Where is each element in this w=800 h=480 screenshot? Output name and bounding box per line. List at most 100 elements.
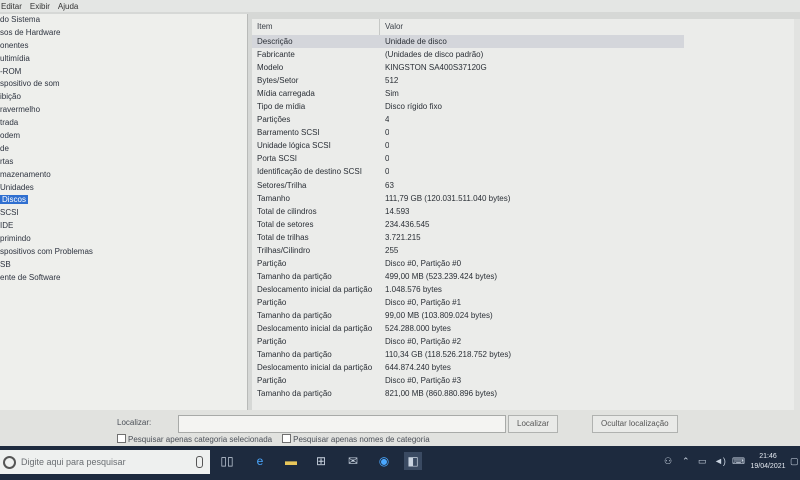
menu-item[interactable]: Ajuda xyxy=(58,2,78,11)
tree-item[interactable]: ibição xyxy=(0,91,247,104)
table-row[interactable]: Modelo KINGSTON SA400S37120G xyxy=(252,61,800,74)
table-row[interactable]: Deslocamento inicial da partição 524.288.… xyxy=(252,322,800,335)
file-explorer-icon[interactable]: ▬ xyxy=(282,452,300,470)
table-row[interactable]: Partição Disco #0, Partição #2 xyxy=(252,335,800,348)
menu-item[interactable]: Editar xyxy=(1,2,22,11)
table-row[interactable]: Setores/Trilha 63 xyxy=(252,179,800,192)
table-row[interactable]: Total de setores 234.436.545 xyxy=(252,218,800,231)
tree-item[interactable]: rtas xyxy=(0,156,247,169)
table-row[interactable]: Partições 4 xyxy=(252,113,800,126)
tree-item[interactable]: Discos xyxy=(0,194,247,207)
taskbar-search-box[interactable]: Digite aqui para pesquisar xyxy=(0,450,210,474)
tree-item[interactable]: spositivos com Problemas xyxy=(0,246,247,259)
table-row[interactable]: Partição Disco #0, Partição #0 xyxy=(252,257,800,270)
table-row[interactable]: Partição Disco #0, Partição #1 xyxy=(252,296,800,309)
tree-item[interactable]: odem xyxy=(0,130,247,143)
checkbox-icon[interactable] xyxy=(282,434,292,443)
table-row[interactable]: Unidade lógica SCSI 0 xyxy=(252,139,800,152)
column-header-value[interactable]: Valor xyxy=(380,19,680,35)
tree-item[interactable]: ultimídia xyxy=(0,53,247,66)
table-row[interactable]: Fabricante (Unidades de disco padrão) xyxy=(252,48,800,61)
table-row[interactable]: Tamanho 111,79 GB (120.031.511.040 bytes) xyxy=(252,192,800,205)
tree-item-label: ravermelho xyxy=(0,105,41,115)
network-icon[interactable]: ▭ xyxy=(698,456,707,467)
table-row[interactable]: Total de trilhas 3.721.215 xyxy=(252,231,800,244)
tree-item[interactable]: sos de Hardware xyxy=(0,27,247,40)
table-row[interactable]: Identificação de destino SCSI 0 xyxy=(252,165,800,178)
browser-icon[interactable]: ◉ xyxy=(375,452,393,470)
tree-item[interactable]: ravermelho xyxy=(0,104,247,117)
row-value: Disco rígido fixo xyxy=(385,102,442,112)
table-row[interactable]: Descrição Unidade de disco xyxy=(252,35,684,49)
people-icon[interactable]: ⚇ xyxy=(664,456,672,467)
table-row[interactable]: Tamanho da partição 499,00 MB (523.239.42… xyxy=(252,270,800,283)
row-item: Setores/Trilha xyxy=(257,180,307,190)
category-tree[interactable]: do Sistema sos de Hardware onentes ultimídi… xyxy=(0,14,248,410)
row-item: Partição xyxy=(257,258,287,268)
row-value: Disco #0, Partição #3 xyxy=(385,376,462,386)
row-item: Tamanho xyxy=(257,193,290,203)
row-item: Total de trilhas xyxy=(257,232,309,242)
table-row[interactable]: Deslocamento inicial da partição 1.048.57… xyxy=(252,283,800,296)
table-row[interactable]: Tamanho da partição 821,00 MB (860.880.89… xyxy=(252,387,800,400)
tree-item-label: mazenamento xyxy=(0,169,51,179)
store-icon[interactable]: ⊞ xyxy=(312,452,330,470)
table-row[interactable]: Deslocamento inicial da partição 644.874.… xyxy=(252,361,800,374)
taskbar-clock[interactable]: 21:46 19/04/2021 xyxy=(748,452,788,472)
table-row[interactable]: Partição Disco #0, Partição #3 xyxy=(252,374,800,387)
task-view-icon[interactable]: ▯▯ xyxy=(218,452,236,470)
tree-item-label: SCSI xyxy=(0,208,19,218)
column-header-item[interactable]: Item xyxy=(252,19,380,35)
row-value: 524.288.000 bytes xyxy=(385,324,451,334)
system-information-icon[interactable]: ◧ xyxy=(404,452,422,470)
table-row[interactable]: Tamanho da partição 99,00 MB (103.809.024… xyxy=(252,309,800,322)
tree-item[interactable]: onentes xyxy=(0,40,247,53)
table-row[interactable]: Mídia carregada Sim xyxy=(252,87,800,100)
hide-find-button[interactable]: Ocultar localização xyxy=(592,415,678,433)
vertical-scrollbar[interactable] xyxy=(794,19,800,410)
tree-item[interactable]: Unidades xyxy=(0,182,247,195)
table-row[interactable]: Barramento SCSI 0 xyxy=(252,126,800,139)
details-list[interactable]: Item Valor Descrição Unidade de disco Fabr… xyxy=(252,19,800,410)
find-input[interactable] xyxy=(178,415,506,433)
find-button[interactable]: Localizar xyxy=(508,415,559,433)
tree-item[interactable]: mazenamento xyxy=(0,169,247,182)
search-names-checkbox[interactable]: Pesquisar apenas nomes de categoria xyxy=(282,434,430,444)
tree-item[interactable]: primindo xyxy=(0,233,247,246)
checkbox-icon[interactable] xyxy=(117,434,126,443)
row-value: 512 xyxy=(385,76,399,86)
table-row[interactable]: Porta SCSI 0 xyxy=(252,152,800,165)
tree-item[interactable]: SCSI xyxy=(0,207,247,220)
tree-item[interactable]: -ROM xyxy=(0,66,247,79)
table-row[interactable]: Total de cilindros 14.593 xyxy=(252,205,800,218)
row-value: 1.048.576 bytes xyxy=(385,284,442,294)
list-header: Item Valor xyxy=(252,19,800,35)
table-row[interactable]: Tamanho da partição 110,34 GB (118.526.21… xyxy=(252,348,800,361)
row-value: 255 xyxy=(385,245,399,255)
keyboard-icon[interactable]: ⌨ xyxy=(732,456,745,467)
tree-item[interactable]: ente de Software xyxy=(0,272,247,285)
row-value: 14.593 xyxy=(385,206,410,216)
row-item: Tamanho da partição xyxy=(257,271,332,281)
tree-item[interactable]: spositivo de som xyxy=(0,78,247,91)
table-row[interactable]: Bytes/Setor 512 xyxy=(252,74,800,87)
tree-item[interactable]: IDE xyxy=(0,220,247,233)
row-value: Disco #0, Partição #0 xyxy=(385,258,462,268)
mail-icon[interactable]: ✉ xyxy=(344,452,362,470)
search-category-checkbox[interactable]: Pesquisar apenas categoria selecionada xyxy=(117,434,272,444)
tree-item[interactable]: do Sistema xyxy=(0,14,247,27)
table-row[interactable]: Tipo de mídia Disco rígido fixo xyxy=(252,100,800,113)
tree-item[interactable]: trada xyxy=(0,117,247,130)
volume-icon[interactable]: ◄) xyxy=(714,456,726,466)
microphone-icon[interactable] xyxy=(196,456,203,468)
tree-item[interactable]: de xyxy=(0,143,247,156)
notifications-icon[interactable]: ▢ xyxy=(790,456,799,467)
menu-item[interactable]: Exibir xyxy=(30,2,50,11)
show-hidden-icons[interactable]: ⌃ xyxy=(682,456,690,467)
row-item: Partição xyxy=(257,337,287,347)
tree-item-label: Discos xyxy=(0,195,29,205)
table-row[interactable]: Trilhas/Cilindro 255 xyxy=(252,244,800,257)
edge-browser-icon[interactable]: e xyxy=(251,452,269,470)
row-item: Partições xyxy=(257,115,291,125)
tree-item[interactable]: SB xyxy=(0,259,247,272)
